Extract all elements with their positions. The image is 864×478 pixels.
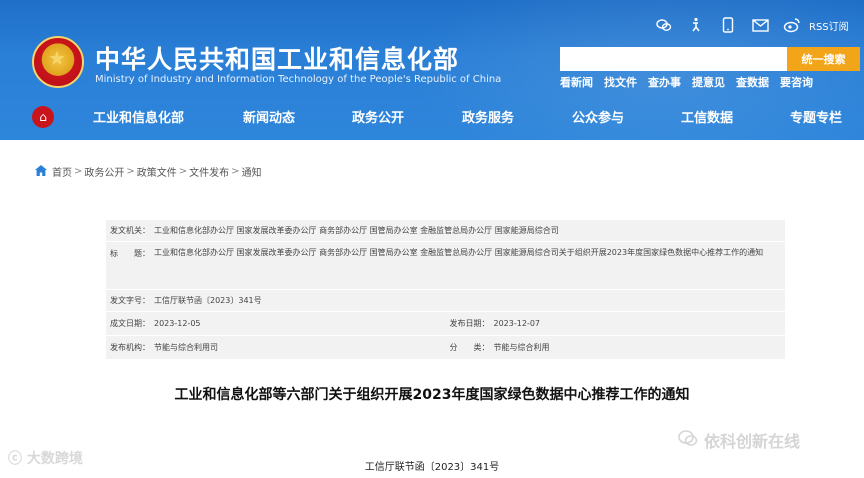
national-emblem-logo[interactable]: ★ — [32, 36, 84, 88]
info-row-docno: 发文字号： 工信厅联节函〔2023〕341号 — [106, 290, 785, 312]
quick-link-services[interactable]: 查办事 — [648, 74, 681, 90]
published-date-label: 发布日期： — [449, 319, 490, 328]
info-row-dates: 成文日期： 2023-12-05 发布日期： 2023-12-07 — [106, 312, 785, 336]
published-date-value: 2023-12-07 — [493, 319, 541, 328]
info-row-title: 标 题： 工业和信息化部办公厅 国家发展改革委办公厅 商务部办公厅 国管局办公室… — [106, 242, 785, 290]
breadcrumb-home[interactable]: 首页 — [52, 164, 72, 179]
title-label: 标 题： — [110, 249, 150, 258]
wechat-icon[interactable] — [655, 16, 673, 34]
nav-item-ministry[interactable]: 工业和信息化部 — [93, 107, 184, 126]
org-label: 发布机构： — [110, 343, 150, 352]
quick-link-files[interactable]: 找文件 — [604, 74, 637, 90]
category-label: 分 类： — [449, 343, 490, 352]
document-info-table: 发文机关： 工业和信息化部办公厅 国家发展改革委办公厅 商务部办公厅 国管局办公… — [106, 220, 785, 360]
quick-link-news[interactable]: 看新闻 — [560, 74, 593, 90]
wechat-watermark-icon — [678, 429, 698, 451]
breadcrumb-policy[interactable]: 政策文件 — [137, 164, 177, 179]
breadcrumb-gov-info[interactable]: 政务公开 — [84, 164, 124, 179]
docno-value: 工信厅联节函〔2023〕341号 — [154, 296, 262, 305]
docno-label: 发文字号： — [110, 296, 150, 305]
nav-item-data[interactable]: 工信数据 — [681, 107, 733, 126]
nav-item-gov-services[interactable]: 政务服务 — [462, 107, 514, 126]
category-value: 节能与综合利用 — [493, 343, 550, 352]
quick-link-feedback[interactable]: 提意见 — [692, 74, 725, 90]
nav-item-topics[interactable]: 专题专栏 — [790, 107, 842, 126]
site-header: ★ 中华人民共和国工业和信息化部 Ministry of Industry an… — [0, 0, 864, 140]
mobile-icon[interactable] — [719, 16, 737, 34]
breadcrumb: 首页 > 政务公开 > 政策文件 > 文件发布 > 通知 — [35, 164, 262, 179]
breadcrumb-separator: > — [231, 166, 240, 177]
written-date-label: 成文日期： — [110, 319, 150, 328]
document-heading: 工业和信息化部等六部门关于组织开展2023年度国家绿色数据中心推荐工作的通知 — [174, 387, 690, 403]
issuer-label: 发文机关： — [110, 226, 150, 235]
search-button[interactable]: 统一搜索 — [787, 47, 860, 71]
site-title[interactable]: 中华人民共和国工业和信息化部 — [95, 40, 459, 76]
issuer-value: 工业和信息化部办公厅 国家发展改革委办公厅 商务部办公厅 国管局办公室 金融监管… — [154, 226, 559, 235]
quick-links: 看新闻 找文件 查办事 提意见 查数据 要咨询 — [560, 74, 813, 90]
info-row-issuer: 发文机关： 工业和信息化部办公厅 国家发展改革委办公厅 商务部办公厅 国管局办公… — [106, 220, 785, 242]
home-icon — [35, 164, 47, 179]
breadcrumb-separator: > — [74, 166, 83, 177]
main-navigation: ⌂ 工业和信息化部 新闻动态 政务公开 政务服务 公众参与 工信数据 专题专栏 — [0, 95, 864, 137]
watermark-right-text: 依科创新在线 — [704, 432, 801, 451]
weibo-icon[interactable] — [783, 16, 801, 34]
quick-link-consult[interactable]: 要咨询 — [780, 74, 813, 90]
home-icon[interactable]: ⌂ — [32, 106, 54, 128]
breadcrumb-notice[interactable]: 通知 — [242, 164, 262, 179]
search-input[interactable] — [560, 47, 787, 71]
org-value: 节能与综合利用司 — [154, 343, 218, 352]
site-subtitle-en: Ministry of Industry and Information Tec… — [95, 74, 502, 85]
info-row-org: 发布机构： 节能与综合利用司 分 类： 节能与综合利用 — [106, 336, 785, 360]
breadcrumb-separator: > — [178, 166, 188, 177]
mail-icon[interactable] — [751, 16, 769, 34]
watermark-right: 依科创新在线 — [678, 428, 800, 452]
breadcrumb-separator: > — [126, 166, 135, 177]
breadcrumb-release[interactable]: 文件发布 — [189, 164, 229, 179]
rss-link[interactable]: RSS订阅 — [809, 18, 849, 33]
nav-item-public[interactable]: 公众参与 — [572, 107, 624, 126]
top-utility-bar: RSS订阅 — [655, 14, 849, 36]
document-number: 工信厅联节函〔2023〕341号 — [364, 462, 500, 473]
nav-item-news[interactable]: 新闻动态 — [243, 107, 295, 126]
quick-link-data[interactable]: 查数据 — [736, 74, 769, 90]
title-value: 工业和信息化部办公厅 国家发展改革委办公厅 商务部办公厅 国管局办公室 金融监管… — [154, 248, 764, 257]
written-date-value: 2023-12-05 — [154, 319, 201, 328]
nav-item-gov-info[interactable]: 政务公开 — [352, 107, 404, 126]
accessibility-icon[interactable] — [687, 16, 705, 34]
